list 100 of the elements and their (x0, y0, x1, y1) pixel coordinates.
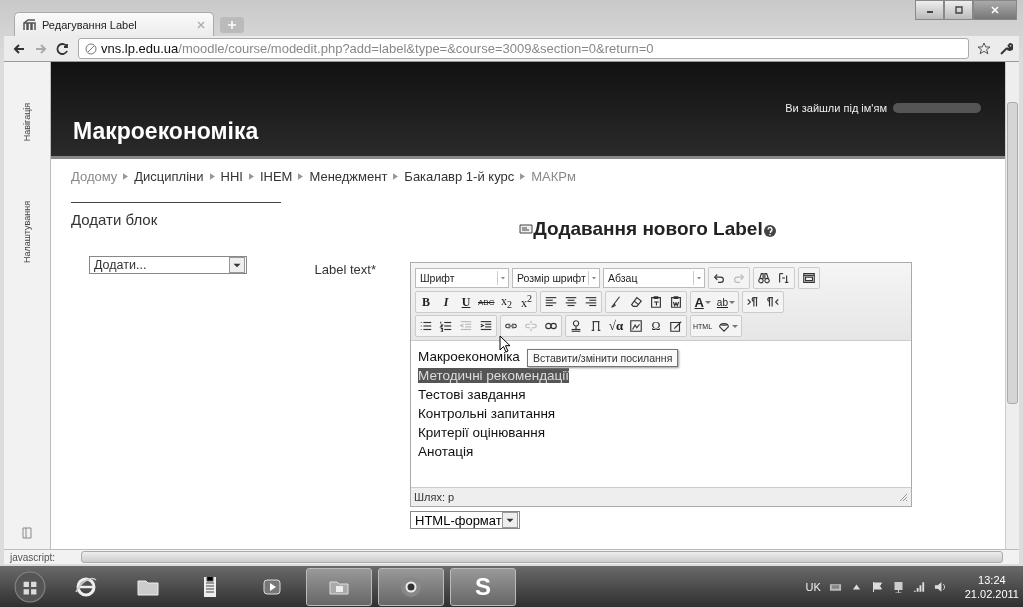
flag-icon[interactable] (870, 580, 884, 593)
reload-icon[interactable] (56, 41, 70, 56)
breadcrumb-link[interactable]: МАКРм (531, 169, 576, 184)
star-icon[interactable] (977, 41, 991, 56)
element-path: Шлях: p (414, 491, 455, 503)
superscript-button[interactable]: x$^{2}$ (516, 292, 537, 312)
dropdown-arrow-icon (497, 271, 508, 285)
bulleted-list-icon (419, 319, 433, 333)
text-line: Макроекономіка (418, 349, 520, 364)
window-icon (802, 271, 816, 285)
breadcrumb-link[interactable]: ІНЕМ (259, 169, 293, 184)
binoculars-icon (757, 271, 771, 285)
subscript-button[interactable]: x$_{2}$ (496, 292, 517, 312)
italic-button[interactable]: I (436, 292, 456, 312)
strikethrough-button[interactable]: ABC (476, 292, 497, 312)
dropdown-arrow-icon (693, 271, 704, 285)
dropdown-field[interactable]: Розмір шрифт (512, 268, 600, 288)
separator-arrow-icon (248, 173, 254, 180)
dropdown-arrow-icon (588, 271, 599, 285)
dropdown-field[interactable]: Шрифт (415, 268, 509, 288)
outdent-icon (459, 319, 473, 333)
side-tab[interactable]: Навігація (22, 102, 32, 142)
paragraph-icon (745, 295, 760, 309)
redo-arrow-icon (732, 271, 746, 285)
caret-icon (728, 299, 735, 305)
clipboard-icon (649, 295, 664, 309)
wrench-icon[interactable] (999, 41, 1013, 56)
clock[interactable]: 13:24 21.02.2011 (964, 572, 1019, 601)
text-line: Контрольні запитання (418, 406, 556, 421)
indent-icon (479, 319, 493, 333)
label-icon (519, 224, 534, 234)
maximize-icon (953, 5, 964, 15)
media-icon (589, 319, 603, 333)
login-info: Ви зайшли під ім'ям (785, 102, 887, 114)
format-select[interactable]: HTML-формат (410, 511, 520, 529)
add-block-select[interactable]: Додати... (89, 256, 247, 274)
url-path: /moodle/course/modedit.php?add=label&type=&course=3009&section=0&return=0 (178, 41, 654, 56)
separator-arrow-icon (123, 173, 129, 180)
separator-arrow-icon (209, 173, 215, 180)
clipboard-icon (669, 295, 684, 309)
underline-button[interactable]: U (456, 292, 476, 312)
equation-button[interactable]: √α (606, 316, 626, 336)
caret-icon (704, 299, 711, 305)
separator-arrow-icon (393, 173, 399, 180)
resize-grip-icon[interactable] (898, 492, 908, 502)
breadcrumb-link[interactable]: Додому (71, 169, 118, 184)
signal-bars-icon[interactable] (912, 580, 926, 593)
keyboard-language[interactable]: UK (805, 580, 821, 593)
url-host: vns.lp.edu.ua (101, 41, 179, 56)
plus-icon (227, 20, 237, 30)
side-tab[interactable]: Налаштування (22, 200, 32, 264)
undo-arrow-icon (712, 271, 726, 285)
align-center-icon (564, 295, 579, 309)
breadcrumb-link[interactable]: Менеджмент (309, 169, 388, 184)
breadcrumb-link[interactable]: ННІ (220, 169, 243, 184)
speaker-icon[interactable] (933, 580, 947, 593)
framed-image-icon (629, 319, 643, 333)
align-left-icon (544, 295, 559, 309)
page-icon (85, 42, 97, 55)
page-heading: Додавання нового Label (533, 218, 763, 240)
note-edit-icon (669, 319, 683, 333)
align-right-icon (584, 295, 599, 309)
replace-icon (777, 271, 791, 285)
app-letter: S (475, 572, 491, 601)
numbered-list-icon (439, 319, 453, 333)
broken-link-icon (524, 319, 538, 333)
moodle-logo-icon (23, 18, 37, 31)
text-color-button[interactable]: A (691, 292, 714, 312)
text-line: Критерії оцінювання (418, 425, 546, 440)
close-button[interactable] (973, 0, 1017, 20)
block-title: Додати блок (71, 211, 159, 228)
breadcrumb-link[interactable]: Дисципліни (134, 169, 204, 184)
windows-logo-icon (14, 570, 46, 603)
address-field[interactable]: vns.lp.edu.ua/moodle/course/modedit.php?add=label&type=&course=3009&section=0&return=0 (78, 38, 969, 59)
caret-icon (732, 323, 739, 329)
eraser-icon (629, 295, 644, 309)
status-text: javascript: (8, 551, 56, 563)
paragraph-icon (765, 295, 780, 309)
dropdown-field[interactable]: Абзац (603, 268, 705, 288)
tooltip: Вставити/змінити посилання (527, 349, 679, 367)
separator-arrow-icon (298, 173, 304, 180)
breadcrumb-link[interactable]: Бакалавр 1-й курс (404, 169, 515, 184)
vertical-scrollbar[interactable] (1005, 62, 1019, 549)
help-icon[interactable] (762, 224, 777, 238)
separator-arrow-icon (520, 173, 526, 180)
back-arrow-icon[interactable] (12, 41, 26, 56)
text-line: Анотація (418, 444, 474, 459)
horizontal-scrollbar[interactable] (81, 551, 1003, 563)
close-icon (990, 5, 1000, 15)
highlight-color-button[interactable]: ab (713, 292, 738, 312)
special-character-button[interactable]: Ω (646, 316, 666, 336)
text-line: Тестові завдання (418, 387, 526, 402)
field-label: Label text* (313, 262, 377, 279)
minimize-button[interactable] (915, 0, 944, 20)
image-icon (569, 319, 583, 333)
taskbar-button[interactable]: S (450, 567, 516, 606)
site-title[interactable]: Макроекономіка (73, 118, 985, 145)
bold-button[interactable]: B (416, 292, 436, 312)
maximize-button[interactable] (944, 0, 973, 20)
browser-tab[interactable]: Редагування Label (14, 12, 214, 36)
